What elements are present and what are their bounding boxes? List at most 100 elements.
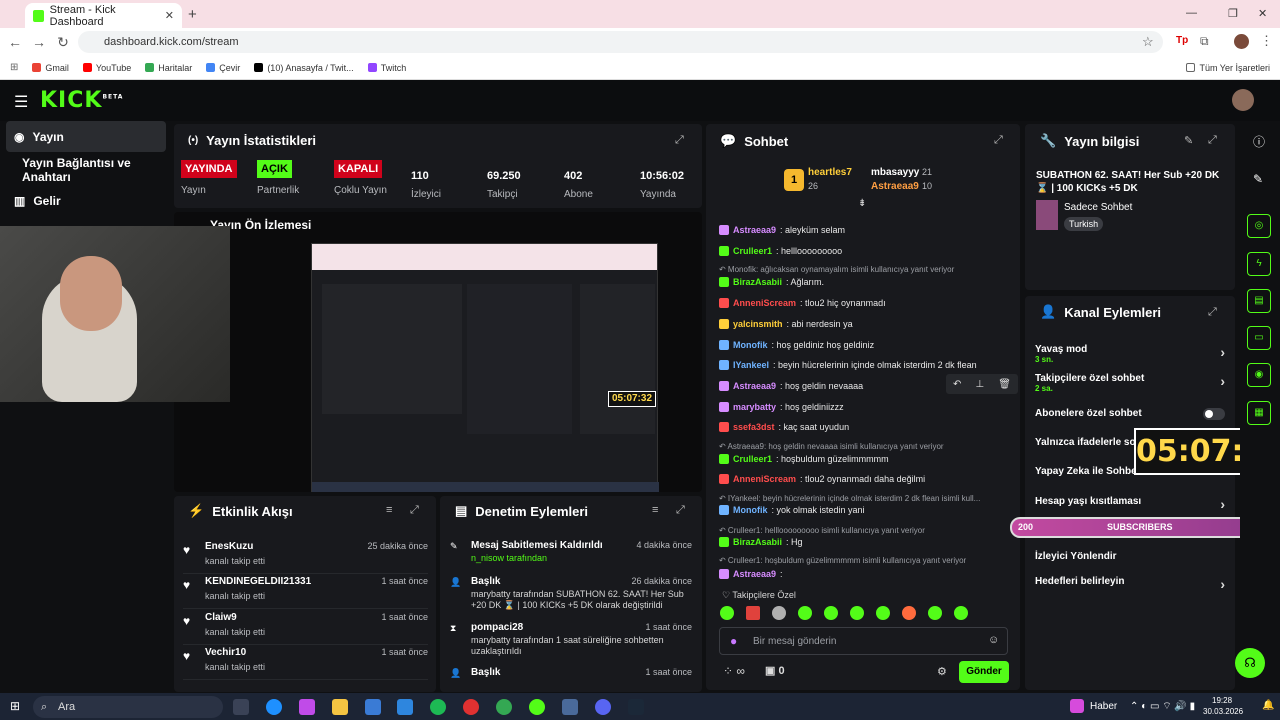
toggle[interactable] [1203,408,1225,420]
reload-icon[interactable]: ↻ [51,34,75,51]
chat-username[interactable]: AnneniScream [733,474,796,484]
collapse-icon[interactable]: ⇟ [858,198,866,209]
taskbar-search[interactable]: ⌕ Ara [33,696,223,718]
send-button[interactable]: Gönder [959,661,1009,683]
chat-username[interactable]: Astraeaa9 [733,381,776,391]
extensions-puzzle-icon[interactable]: ⧉ [1200,34,1209,49]
top-gifter-3[interactable]: Astraeaa9 [871,181,919,192]
url-input[interactable]: dashboard.kick.com/stream [78,31,1163,53]
infinity-icon[interactable]: ⁘ ∞ [723,664,745,678]
expand-icon[interactable]: ⤢ [1208,306,1217,319]
news-icon[interactable] [1070,699,1084,713]
sidebar-item-gelir[interactable]: ▥ Gelir [6,185,166,216]
notification-icon[interactable]: 🔔 [1262,700,1274,711]
chat-username[interactable]: ssefa3dst [733,422,775,432]
emote-icon[interactable] [798,606,812,620]
app-icon[interactable] [562,699,578,715]
bookmark-gmail[interactable]: Gmail [32,63,69,73]
action-goals[interactable]: Hedefleri belirleyin › [1035,576,1225,592]
rail-button-broadcast[interactable]: ◉ [1247,363,1271,387]
expand-icon[interactable]: ⤢ [1208,134,1217,147]
category-name[interactable]: Sadece Sohbet [1064,202,1132,213]
user-avatar[interactable] [1232,89,1254,111]
window-close-icon[interactable]: ✕ [1258,7,1267,20]
bookmark-star-icon[interactable]: ☆ [1142,34,1154,50]
chat-username[interactable]: AnneniScream [733,298,796,308]
emote-icon[interactable] [746,606,760,620]
chat-username[interactable]: Astraeaa9 [733,569,776,579]
category-thumbnail[interactable] [1036,200,1058,230]
action-subs-only[interactable]: Abonelere özel sohbet [1035,408,1225,420]
emote-icon[interactable] [824,606,838,620]
expand-icon[interactable]: ⤢ [994,134,1003,147]
mic-icon[interactable]: ● [730,634,737,648]
all-bookmarks[interactable]: Tüm Yer İşaretleri [1186,63,1270,73]
back-icon[interactable]: ← [3,34,27,50]
chat-username[interactable]: Monofik [733,340,768,350]
windows-start-icon[interactable]: ⊞ [10,699,20,713]
browser-tab[interactable]: Stream - Kick Dashboard ✕ [25,3,182,28]
sidebar-item-yayin[interactable]: ◉ Yayın [6,121,166,152]
emote-icon[interactable] [720,606,734,620]
sidebar-item-stream-key[interactable]: Yayın Bağlantısı ve Anahtarı [14,154,174,185]
chat-username[interactable]: IYankeel [733,360,769,370]
support-headset-icon[interactable]: ☊ [1235,648,1265,678]
emote-icon[interactable] [902,606,916,620]
forward-icon[interactable]: → [27,34,51,50]
bookmark-twitch[interactable]: Twitch [367,63,406,73]
action-followers-only[interactable]: Takipçilere özel sohbet 2 sa. › [1035,373,1225,393]
expand-icon[interactable]: ⤢ [410,504,419,517]
explorer-icon[interactable] [332,699,348,715]
emote-icon[interactable] [772,606,786,620]
maximize-icon[interactable]: ❐ [1228,7,1238,20]
chat-username[interactable]: yalcinsmith [733,319,783,329]
bookmark-twitter[interactable]: (10) Anasayfa / Twit... [254,63,354,73]
pin-icon[interactable]: ⊥ [975,379,984,390]
settings-gear-icon[interactable]: ⚙ [937,665,947,678]
top-gifter-1[interactable]: heartles7 [808,167,852,178]
top-gifter-2[interactable]: mbasayyy [871,167,919,178]
chat-username[interactable]: Monofik [733,505,768,515]
apps-grid-icon[interactable]: ⊞ [10,62,18,73]
stream-preview-video[interactable] [311,243,659,492]
expand-icon[interactable]: ⤢ [676,504,685,517]
rail-button-clipboard[interactable]: ▤ [1247,289,1271,313]
app-icon[interactable] [397,699,413,715]
chat-username[interactable]: Crulleer1 [733,454,772,464]
action-account-age[interactable]: Hesap yaşı kısıtlaması › [1035,496,1225,512]
profile-avatar[interactable] [1234,34,1249,49]
chat-input[interactable]: ● Bir mesaj gönderin ☺ [719,627,1008,655]
info-icon[interactable]: ⓘ [1253,133,1265,150]
close-tab-icon[interactable]: ✕ [165,9,174,22]
chat-username[interactable]: marybatty [733,402,776,412]
chat-username[interactable]: BirazAsabii [733,537,782,547]
steam-icon[interactable] [628,699,644,715]
spotify-icon[interactable] [430,699,446,715]
minimize-icon[interactable]: — [1186,7,1197,19]
browser-menu-icon[interactable]: ⋮ [1260,33,1273,49]
store-icon[interactable] [365,699,381,715]
gift-count[interactable]: ▣ 0 [765,664,785,677]
edge-icon[interactable] [266,699,282,715]
hamburger-menu-icon[interactable]: ☰ [14,92,28,112]
discord-icon[interactable] [595,699,611,715]
filter-icon[interactable]: ≡ [386,504,392,516]
chrome-icon[interactable] [496,699,512,715]
bookmark-youtube[interactable]: YouTube [82,63,131,73]
rail-button-bolt[interactable]: ϟ [1247,252,1271,276]
edit-icon[interactable]: ✎ [1253,172,1263,186]
emote-icon[interactable] [954,606,968,620]
extension-icon[interactable]: Tp [1176,35,1188,46]
expand-icon[interactable]: ⤢ [675,134,684,147]
emote-icon[interactable] [876,606,890,620]
rail-button-capture[interactable]: ◎ [1247,214,1271,238]
rail-button-chat[interactable]: ▭ [1247,326,1271,350]
kick-icon[interactable] [529,699,545,715]
tray-icons[interactable]: ⌃ ◐ ▭ ⌔ 🔊 ▮ [1130,700,1195,713]
edit-icon[interactable]: ✎ [1184,134,1193,147]
new-tab-icon[interactable]: + [188,6,197,23]
copilot-icon[interactable] [299,699,315,715]
action-slow-mode[interactable]: Yavaş mod 3 sn. › [1035,344,1225,364]
filter-icon[interactable]: ≡ [652,504,658,516]
kick-logo[interactable]: KICKBETA [40,88,123,113]
